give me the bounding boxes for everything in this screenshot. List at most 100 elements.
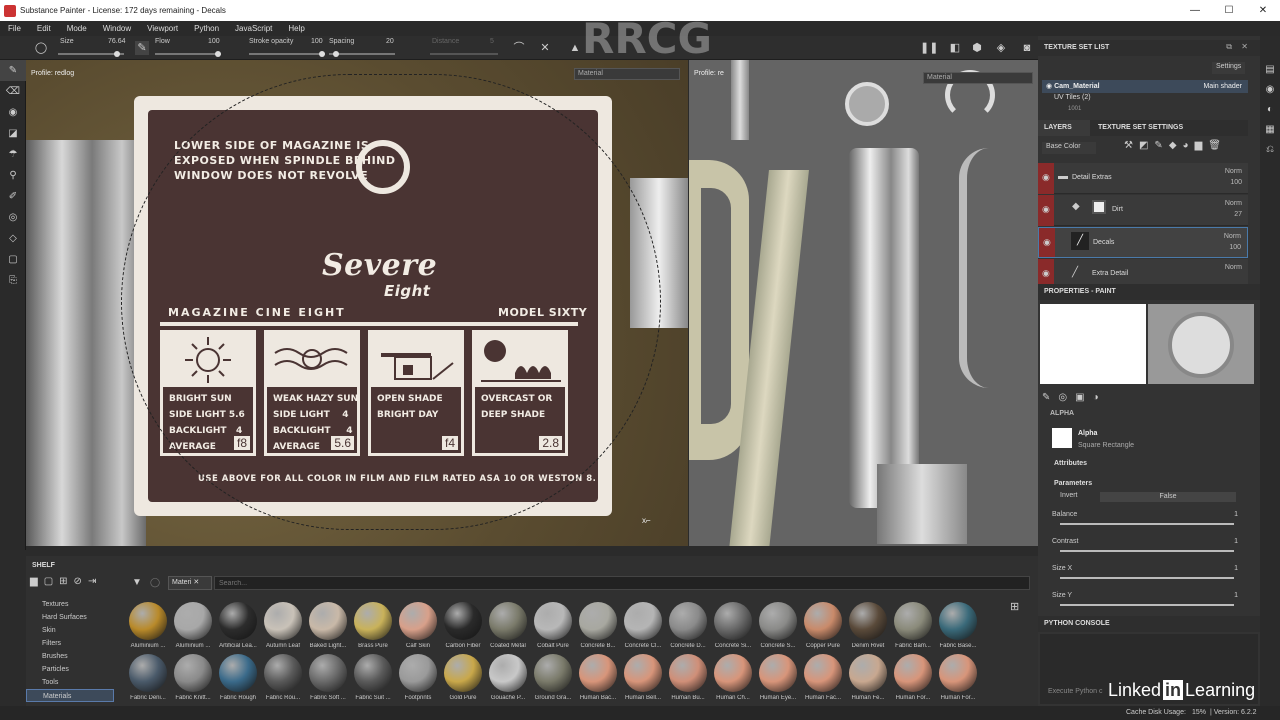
- material-thumbnail[interactable]: Fabric Soft ...: [306, 654, 350, 708]
- spacing-value[interactable]: 20: [386, 38, 394, 45]
- folder-icon[interactable]: ▆: [30, 576, 44, 587]
- layer-visibility-icon[interactable]: ◉: [1042, 268, 1050, 279]
- geometry-icon[interactable]: ◇: [0, 228, 26, 249]
- color-picker-icon[interactable]: ✐: [0, 186, 26, 207]
- layer-decals[interactable]: ◉ ╱ Decals Norm 100: [1038, 227, 1248, 258]
- hide-icon[interactable]: ⊘: [74, 576, 88, 587]
- material-tab-icon[interactable]: ◑: [1093, 392, 1107, 403]
- close-window-button[interactable]: ✕: [1246, 0, 1280, 21]
- add-effect-icon[interactable]: ⚒: [1124, 140, 1139, 151]
- shader-name[interactable]: Main shader: [1203, 80, 1242, 93]
- material-thumbnail[interactable]: Human Fe...: [846, 654, 890, 708]
- add-paint-layer-icon[interactable]: ✎: [1154, 140, 1168, 151]
- viewport-2d[interactable]: Profile: re Material: [689, 60, 1038, 546]
- bake-icon[interactable]: ◎: [0, 207, 26, 228]
- menu-python[interactable]: Python: [186, 24, 227, 33]
- material-thumbnail[interactable]: Concrete Si...: [711, 602, 755, 656]
- category-textures[interactable]: Textures: [26, 598, 114, 611]
- settings-dropdown[interactable]: Settings: [1212, 62, 1246, 74]
- parameters-section[interactable]: Parameters: [1054, 480, 1092, 487]
- material-thumbnail[interactable]: Denim Rivet: [846, 602, 890, 656]
- material-thumbnail[interactable]: Fabric Rough: [216, 654, 260, 708]
- material-thumbnail[interactable]: Fabric Knitt...: [171, 654, 215, 708]
- filter-icon[interactable]: ▼: [132, 577, 142, 588]
- log-icon[interactable]: ▦: [1260, 120, 1280, 140]
- menu-window[interactable]: Window: [95, 24, 139, 33]
- param-slider[interactable]: [1060, 577, 1234, 579]
- menu-file[interactable]: File: [0, 24, 29, 33]
- material-thumbnail[interactable]: Autumn Leaf: [261, 602, 305, 656]
- ppt-icon[interactable]: ⎘: [0, 270, 26, 291]
- alpha-value[interactable]: Square Rectangle: [1078, 442, 1134, 449]
- stencil-tab-icon[interactable]: ▣: [1075, 392, 1092, 403]
- add-folder-icon[interactable]: ▆: [1195, 140, 1209, 151]
- brush-settings-icon[interactable]: ◯: [34, 41, 48, 55]
- layer-mask-thumb[interactable]: [1092, 200, 1106, 214]
- material-thumbnail[interactable]: Human Eye...: [756, 654, 800, 708]
- material-thumbnail[interactable]: Human For...: [891, 654, 935, 708]
- pause-icon[interactable]: ❚❚: [920, 41, 938, 55]
- camera-icon[interactable]: ◙: [1020, 41, 1034, 55]
- param-balance[interactable]: Balance 1: [1052, 511, 1238, 525]
- material-thumbnail[interactable]: Human Fac...: [801, 654, 845, 708]
- viewport-3d[interactable]: LOWER SIDE OF MAGAZINE IS EXPOSED WHEN S…: [26, 60, 688, 546]
- attributes-section[interactable]: Attributes: [1054, 460, 1087, 467]
- param-slider[interactable]: [1060, 604, 1234, 606]
- material-thumbnail[interactable]: Concrete D...: [666, 602, 710, 656]
- add-mask-icon[interactable]: ◩: [1139, 140, 1154, 151]
- display-settings-icon[interactable]: ◉: [1260, 80, 1280, 100]
- category-tools[interactable]: Tools: [26, 676, 114, 689]
- material-thumbnail[interactable]: Artificial Lea...: [216, 602, 260, 656]
- paint-brush-icon[interactable]: ✎: [0, 60, 26, 81]
- minimize-button[interactable]: —: [1178, 0, 1212, 21]
- stroke-opacity-slider[interactable]: [249, 51, 325, 57]
- import-icon[interactable]: ⇥: [88, 576, 102, 587]
- pen-pressure-icon[interactable]: ✎: [135, 41, 149, 55]
- viewport-2d-material-dropdown[interactable]: Material: [923, 72, 1033, 84]
- material-thumbnail[interactable]: Calf Skin: [396, 602, 440, 656]
- channel-dropdown[interactable]: Base Color: [1042, 142, 1096, 154]
- size-value[interactable]: 76.64: [108, 38, 126, 45]
- render-icon[interactable]: ◈: [994, 41, 1008, 55]
- smart-material-icon[interactable]: ◕: [1183, 140, 1195, 151]
- eye-icon[interactable]: ◉: [1046, 83, 1052, 90]
- eraser-icon[interactable]: ⌫: [0, 81, 26, 102]
- delete-layer-icon[interactable]: 🗑: [1208, 140, 1227, 151]
- cube-icon[interactable]: ⬢: [970, 41, 984, 55]
- param-slider[interactable]: [1060, 523, 1234, 525]
- uv-tile-item[interactable]: 1001: [1068, 106, 1081, 112]
- material-thumbnail[interactable]: Coated Metal: [486, 602, 530, 656]
- viewport-3d-material-dropdown[interactable]: Material: [574, 68, 680, 80]
- menu-edit[interactable]: Edit: [29, 24, 59, 33]
- menu-javascript[interactable]: JavaScript: [227, 24, 280, 33]
- uv-tiles-label[interactable]: UV Tiles (2): [1054, 94, 1091, 101]
- add-fill-layer-icon[interactable]: ◆: [1169, 140, 1183, 151]
- material-thumbnail[interactable]: Gold Pure: [441, 654, 485, 708]
- material-thumbnail[interactable]: Fabric Base...: [936, 602, 980, 656]
- clone-stamp-icon[interactable]: ⚲: [0, 165, 26, 186]
- category-skin[interactable]: Skin: [26, 624, 114, 637]
- brush-tab-icon[interactable]: ✎: [1042, 392, 1058, 403]
- tab-layers[interactable]: LAYERS: [1038, 120, 1090, 136]
- polygon-fill-icon[interactable]: ◪: [0, 123, 26, 144]
- material-thumbnail[interactable]: Aluminium ...: [126, 602, 170, 656]
- material-thumbnail[interactable]: Baked Light...: [306, 602, 350, 656]
- triangle-tool-icon[interactable]: ▲: [568, 41, 582, 55]
- layer-dirt[interactable]: ◉ ◆ Dirt Norm 27: [1038, 195, 1248, 226]
- history-icon[interactable]: ⎌: [1260, 140, 1280, 160]
- category-materials[interactable]: Materials: [26, 689, 114, 702]
- menu-viewport[interactable]: Viewport: [139, 24, 186, 33]
- spacing-slider[interactable]: [329, 51, 395, 57]
- layer-visibility-icon[interactable]: ◉: [1042, 172, 1050, 183]
- menu-help[interactable]: Help: [280, 24, 312, 33]
- panel-close-icon[interactable]: ✕: [1241, 42, 1248, 51]
- new-shelf-icon[interactable]: ▢: [44, 576, 59, 587]
- split-view-icon[interactable]: ◧: [948, 41, 962, 55]
- menu-mode[interactable]: Mode: [59, 24, 95, 33]
- alpha-thumbnail[interactable]: [1052, 428, 1072, 448]
- texture-set-row[interactable]: ◉ Cam_Material Main shader: [1042, 80, 1248, 93]
- category-filters[interactable]: Filters: [26, 637, 114, 650]
- param-slider[interactable]: [1060, 550, 1234, 552]
- material-thumbnail[interactable]: Fabric Suit ...: [351, 654, 395, 708]
- category-brushes[interactable]: Brushes: [26, 650, 114, 663]
